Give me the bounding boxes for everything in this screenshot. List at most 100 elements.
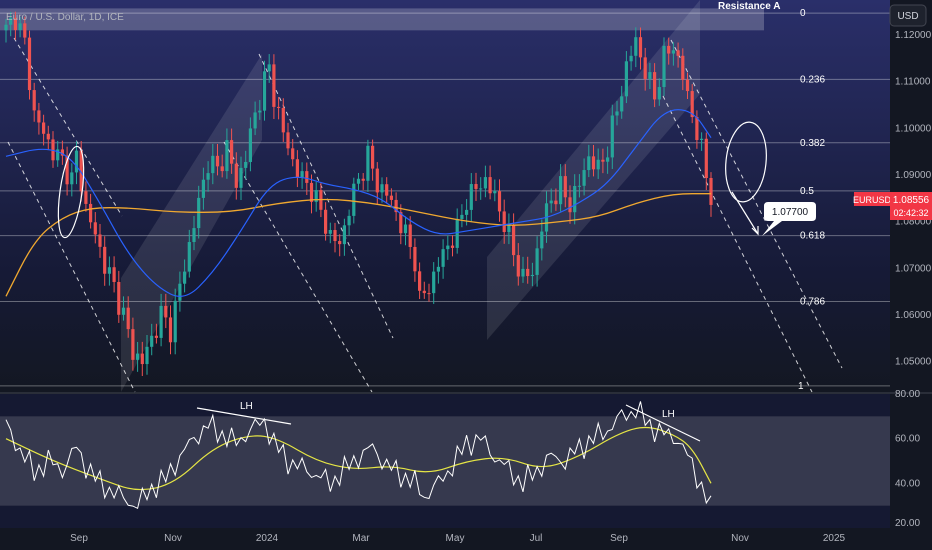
candle-body [192, 228, 196, 243]
fib-label: 0.618 [800, 231, 825, 242]
price-tag-ticker: EURUSD [853, 195, 892, 205]
rsi-y-axis: 80.00 60.00 40.00 20.00 [895, 389, 920, 529]
candle-body [446, 245, 450, 250]
candle-body [42, 122, 46, 134]
candle-body [197, 197, 201, 229]
rsi-tick-label: 60.00 [895, 434, 920, 445]
candle-body [281, 107, 285, 133]
candle-body [27, 37, 32, 91]
time-tick-label: Sep [610, 533, 628, 544]
candle-body [234, 163, 238, 188]
candle-body [324, 209, 328, 234]
candle-body [23, 23, 27, 38]
candle-body [267, 64, 271, 72]
candle-body [601, 159, 605, 162]
fib-label: 0.786 [800, 296, 825, 307]
candle-body [502, 211, 506, 233]
price-tag-value: 1.08556 [893, 195, 930, 206]
candle-body [211, 155, 215, 174]
candle-body [342, 225, 346, 245]
candle-body [671, 50, 675, 54]
candle-body [140, 353, 144, 365]
rsi-tick-label: 40.00 [895, 478, 920, 489]
candle-body [634, 37, 638, 56]
candle-body [643, 57, 647, 79]
candle-body [253, 112, 257, 129]
target-label: 1.07700 [772, 207, 809, 218]
candle-body [356, 178, 361, 184]
candle-body [587, 156, 591, 171]
candle-body [74, 150, 79, 173]
candle-body [497, 191, 502, 212]
candle-body [455, 218, 459, 248]
candle-body [474, 184, 478, 189]
time-tick-label: 2024 [256, 533, 279, 544]
candle-body [483, 177, 487, 189]
chart-stage: 0 0.236 0.382 0.5 0.618 0.786 1 1.12000 1.11000… [0, 0, 932, 550]
candle-body [272, 64, 276, 107]
candle-body [333, 230, 337, 242]
candle-body [573, 185, 577, 213]
candle-body [32, 90, 36, 111]
lh-label-right: LH [662, 409, 675, 420]
candle-body [164, 305, 168, 318]
candle-body [328, 230, 332, 234]
candle-body [371, 145, 375, 169]
candle-body [591, 156, 596, 170]
candle-body [662, 45, 666, 88]
candle-body [93, 222, 97, 235]
candle-body [535, 248, 539, 275]
chart-canvas[interactable]: 0 0.236 0.382 0.5 0.618 0.786 1 1.12000 1.11000… [0, 0, 932, 550]
pane-divider[interactable] [0, 392, 932, 394]
candle-body [582, 170, 586, 186]
candle-body [258, 110, 262, 113]
candle-body [107, 267, 111, 274]
time-tick-label: Mar [352, 533, 370, 544]
candle-body [704, 138, 708, 179]
time-tick-label: Sep [70, 533, 88, 544]
price-tick-label: 1.05000 [895, 357, 932, 368]
candle-body [469, 184, 473, 210]
time-tick-label: Nov [731, 533, 749, 544]
candle-body [450, 245, 455, 248]
currency-button[interactable]: USD [889, 4, 927, 27]
candle-body [512, 225, 516, 256]
price-tick-label: 1.10000 [895, 123, 932, 134]
resistance-label: Resistance A [718, 1, 780, 12]
candle-body [89, 203, 93, 223]
candle-body [103, 246, 107, 274]
candle-body [361, 178, 365, 181]
candle-body [121, 307, 126, 315]
candle-body [479, 188, 483, 190]
candle-body [408, 224, 412, 247]
candle-body [239, 167, 243, 188]
candle-body [352, 183, 356, 216]
candle-body [220, 166, 224, 172]
candle-body [117, 281, 121, 315]
candle-body [300, 171, 304, 178]
candle-body [657, 87, 661, 100]
rsi-tick-label: 80.00 [895, 389, 920, 400]
time-tick-label: May [446, 533, 465, 544]
candle-body [577, 185, 581, 187]
candle-body [549, 200, 553, 204]
candle-body [366, 145, 370, 181]
candle-body [347, 215, 351, 226]
candle-body [465, 209, 469, 215]
candle-body [286, 132, 290, 149]
candle-body [624, 61, 628, 97]
candle-body [436, 266, 440, 272]
candle-body [225, 140, 229, 172]
candle-body [667, 45, 671, 54]
symbol-title: Euro / U.S. Dollar, 1D, ICE [6, 12, 124, 23]
candle-body [403, 224, 408, 234]
candle-body [150, 335, 154, 347]
candle-body [653, 72, 657, 100]
candle-body [422, 290, 426, 294]
candle-body [230, 140, 234, 164]
time-tick-label: Nov [164, 533, 182, 544]
candle-body [610, 115, 614, 158]
currency-button-label: USD [897, 11, 918, 22]
candle-body [295, 159, 299, 178]
time-x-axis[interactable]: Sep Nov 2024 Mar May Jul Sep Nov 2025 [70, 533, 845, 544]
